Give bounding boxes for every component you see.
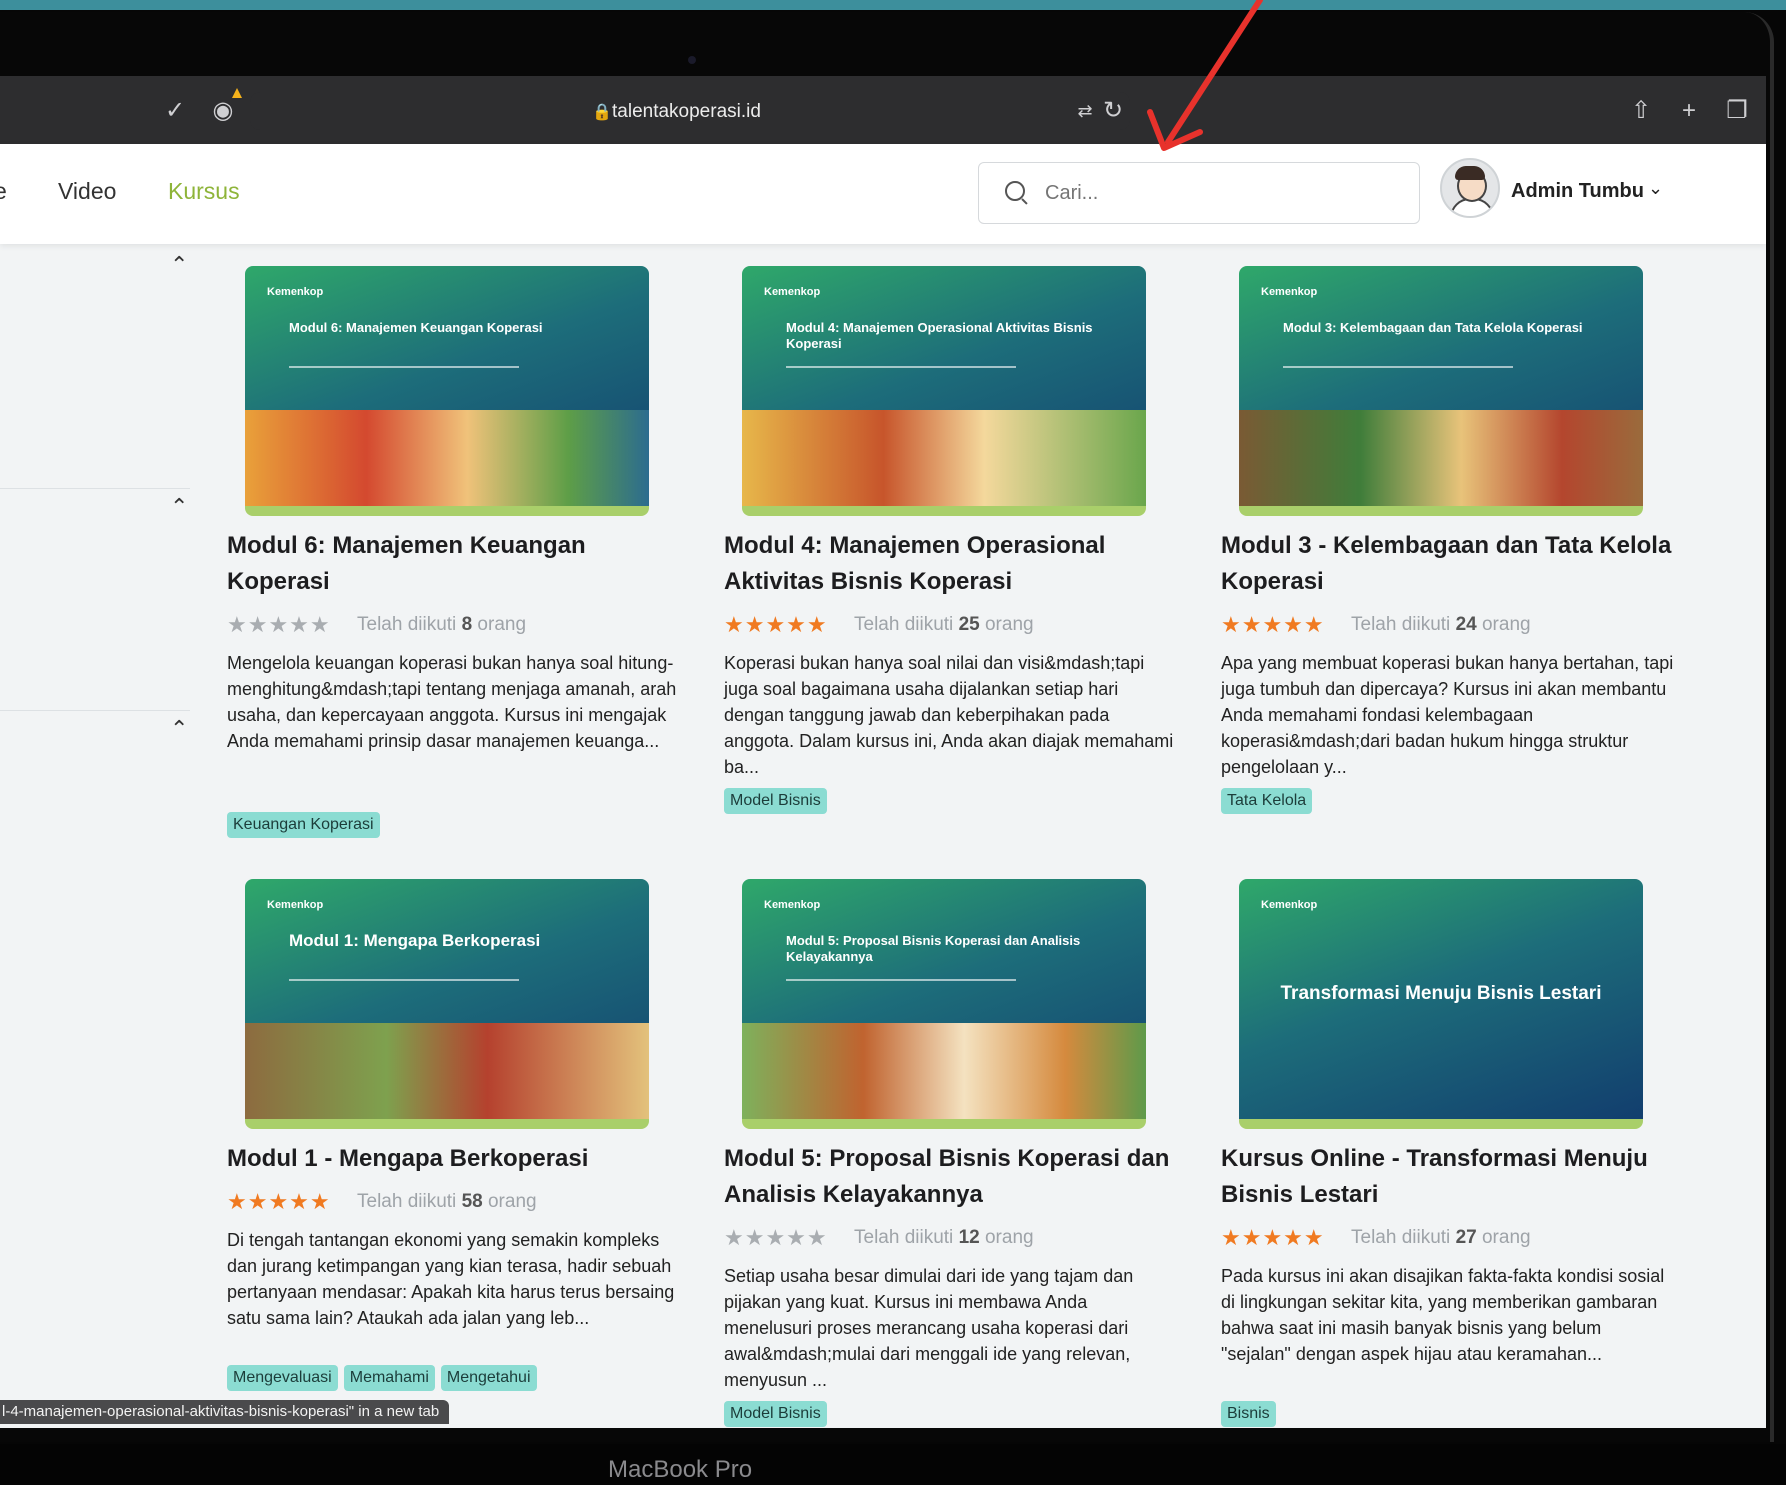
device-label: MacBook Pro bbox=[608, 1456, 753, 1483]
tag[interactable]: Keuangan Koperasi bbox=[227, 812, 380, 838]
thumbnail-title: Modul 6: Manajemen Keuangan Koperasi bbox=[289, 320, 543, 335]
course-description: Mengelola keuangan koperasi bukan hanya … bbox=[227, 653, 677, 751]
course-description: Pada kursus ini akan disajikan fakta-fak… bbox=[1221, 1266, 1665, 1364]
avatar[interactable] bbox=[1440, 158, 1500, 218]
thumbnail-illustration bbox=[1239, 410, 1643, 506]
rating-stars-icon: ★★★★★ bbox=[724, 612, 828, 637]
thumbnail-title: Transformasi Menuju Bisnis Lestari bbox=[1280, 983, 1602, 1004]
tag[interactable]: Memahami bbox=[343, 1365, 435, 1391]
filter-sidebar: ⌃ ⌃ ⌃ bbox=[0, 244, 190, 1428]
collapse-caret-icon[interactable]: ⌃ bbox=[170, 494, 188, 520]
nav-item-kursus[interactable]: Kursus bbox=[168, 178, 240, 205]
laptop-bottom bbox=[0, 1444, 1786, 1485]
kemenkop-logo: Kemenkop bbox=[267, 899, 324, 911]
course-title[interactable]: Modul 1 - Mengapa Berkoperasi bbox=[227, 1141, 687, 1177]
thumbnail-illustration bbox=[245, 410, 649, 506]
reload-icon[interactable]: ↻ bbox=[1098, 96, 1128, 126]
rating-stars-icon: ★★★★★ bbox=[724, 1225, 828, 1250]
enrolled-count: Telah diikuti 25 orang bbox=[854, 614, 1034, 635]
search-icon bbox=[1005, 181, 1025, 201]
camera-icon bbox=[688, 56, 696, 64]
tag[interactable]: Model Bisnis bbox=[724, 788, 827, 814]
tag-list: Keuangan Koperasi bbox=[227, 812, 380, 838]
new-tab-icon[interactable]: + bbox=[1674, 96, 1704, 126]
warning-badge-icon bbox=[232, 88, 242, 98]
thumbnail-illustration bbox=[245, 1023, 649, 1119]
search-box[interactable] bbox=[978, 162, 1420, 224]
kemenkop-logo: Kemenkop bbox=[1261, 899, 1318, 911]
share-icon[interactable]: ⇧ bbox=[1626, 96, 1656, 126]
tag-list: Model Bisnis bbox=[724, 788, 827, 814]
kemenkop-logo: Kemenkop bbox=[764, 286, 821, 298]
enrolled-count: Telah diikuti 12 orang bbox=[854, 1227, 1034, 1248]
tag-list: Bisnis bbox=[1221, 1401, 1276, 1427]
course-thumbnail[interactable]: Kemenkop Transformasi Menuju Bisnis Lest… bbox=[1239, 879, 1643, 1129]
rating-stars-icon: ★★★★★ bbox=[1221, 612, 1325, 637]
site-header: e Video Kursus Admin Tumbu ⌄ bbox=[0, 144, 1766, 244]
nav-item-partial[interactable]: e bbox=[0, 178, 7, 205]
kemenkop-logo: Kemenkop bbox=[1261, 286, 1318, 298]
course-title[interactable]: Kursus Online - Transformasi Menuju Bisn… bbox=[1221, 1141, 1681, 1213]
course-title[interactable]: Modul 3 - Kelembagaan dan Tata Kelola Ko… bbox=[1221, 528, 1681, 600]
collapse-caret-icon[interactable]: ⌃ bbox=[170, 252, 188, 278]
browser-window: ✓ ◉ ▤ 🔒 talentakoperasi.id ⇄ ↻ ⇧ + ❐ e V… bbox=[0, 76, 1766, 1428]
enrolled-count: Telah diikuti 8 orang bbox=[357, 614, 527, 635]
kemenkop-logo: Kemenkop bbox=[764, 899, 821, 911]
thumbnail-title: Modul 1: Mengapa Berkoperasi bbox=[289, 931, 541, 950]
enrolled-count: Telah diikuti 27 orang bbox=[1351, 1227, 1531, 1248]
course-description: Setiap usaha besar dimulai dari ide yang… bbox=[724, 1266, 1134, 1390]
course-description: Apa yang membuat koperasi bukan hanya be… bbox=[1221, 653, 1674, 777]
tabs-overview-icon[interactable]: ❐ bbox=[1722, 96, 1752, 126]
browser-toolbar: ✓ ◉ ▤ 🔒 talentakoperasi.id ⇄ ↻ ⇧ + ❐ bbox=[0, 76, 1766, 144]
thumbnail-illustration bbox=[742, 410, 1146, 506]
tag[interactable]: Bisnis bbox=[1221, 1401, 1276, 1427]
tag-list: Model Bisnis bbox=[724, 1401, 827, 1427]
collapse-caret-icon[interactable]: ⌃ bbox=[170, 716, 188, 742]
tag[interactable]: Model Bisnis bbox=[724, 1401, 827, 1427]
divider bbox=[0, 488, 190, 489]
background-strip bbox=[0, 0, 1786, 10]
course-title[interactable]: Modul 5: Proposal Bisnis Koperasi dan An… bbox=[724, 1141, 1184, 1213]
lock-icon: 🔒 bbox=[592, 104, 612, 121]
checkmark-icon[interactable]: ✓ bbox=[160, 96, 190, 126]
rating-stars-icon: ★★★★★ bbox=[227, 1189, 331, 1214]
course-thumbnail[interactable]: Kemenkop Modul 6: Manajemen Keuangan Kop… bbox=[245, 266, 649, 516]
course-description: Koperasi bukan hanya soal nilai dan visi… bbox=[724, 653, 1174, 777]
course-title[interactable]: Modul 6: Manajemen Keuangan Koperasi bbox=[227, 528, 687, 600]
translate-icon[interactable]: ⇄ bbox=[1070, 96, 1100, 126]
course-title[interactable]: Modul 4: Manajemen Operasional Aktivitas… bbox=[724, 528, 1184, 600]
tag[interactable]: Mengetahui bbox=[440, 1365, 537, 1391]
course-thumbnail[interactable]: Kemenkop Modul 4: Manajemen Operasional … bbox=[742, 266, 1146, 516]
tag[interactable]: Tata Kelola bbox=[1221, 788, 1313, 814]
search-input[interactable] bbox=[1043, 177, 1407, 209]
tag-list: Mengevaluasi Memahami Mengetahui bbox=[227, 1365, 537, 1391]
extension-icon[interactable]: ◉ bbox=[208, 96, 238, 126]
thumbnail-illustration bbox=[742, 1023, 1146, 1119]
course-thumbnail[interactable]: Kemenkop Modul 1: Mengapa Berkoperasi bbox=[245, 879, 649, 1129]
tag-list: Tata Kelola bbox=[1221, 788, 1313, 814]
rating-stars-icon: ★★★★★ bbox=[1221, 1225, 1325, 1250]
enrolled-count: Telah diikuti 24 orang bbox=[1351, 614, 1531, 635]
kemenkop-logo: Kemenkop bbox=[267, 286, 324, 298]
thumbnail-title: Modul 5: Proposal Bisnis Koperasi dan An… bbox=[786, 933, 1081, 964]
url-text[interactable]: talentakoperasi.id bbox=[612, 101, 761, 123]
chevron-down-icon[interactable]: ⌄ bbox=[1648, 178, 1663, 199]
user-name[interactable]: Admin Tumbu bbox=[1511, 180, 1644, 203]
thumbnail-title: Modul 3: Kelembagaan dan Tata Kelola Kop… bbox=[1283, 320, 1583, 335]
divider bbox=[0, 710, 190, 711]
tag[interactable]: Mengevaluasi bbox=[227, 1365, 338, 1391]
course-thumbnail[interactable]: Kemenkop Modul 5: Proposal Bisnis Kopera… bbox=[742, 879, 1146, 1129]
course-thumbnail[interactable]: Kemenkop Modul 3: Kelembagaan dan Tata K… bbox=[1239, 266, 1643, 516]
nav-item-video[interactable]: Video bbox=[58, 178, 116, 205]
rating-stars-icon: ★★★★★ bbox=[227, 612, 331, 637]
thumbnail-title: Modul 4: Manajemen Operasional Aktivitas… bbox=[786, 320, 1093, 351]
course-description: Di tengah tantangan ekonomi yang semakin… bbox=[227, 1230, 675, 1328]
link-status-bar: l-4-manajemen-operasional-aktivitas-bisn… bbox=[0, 1400, 450, 1424]
enrolled-count: Telah diikuti 58 orang bbox=[357, 1191, 537, 1212]
